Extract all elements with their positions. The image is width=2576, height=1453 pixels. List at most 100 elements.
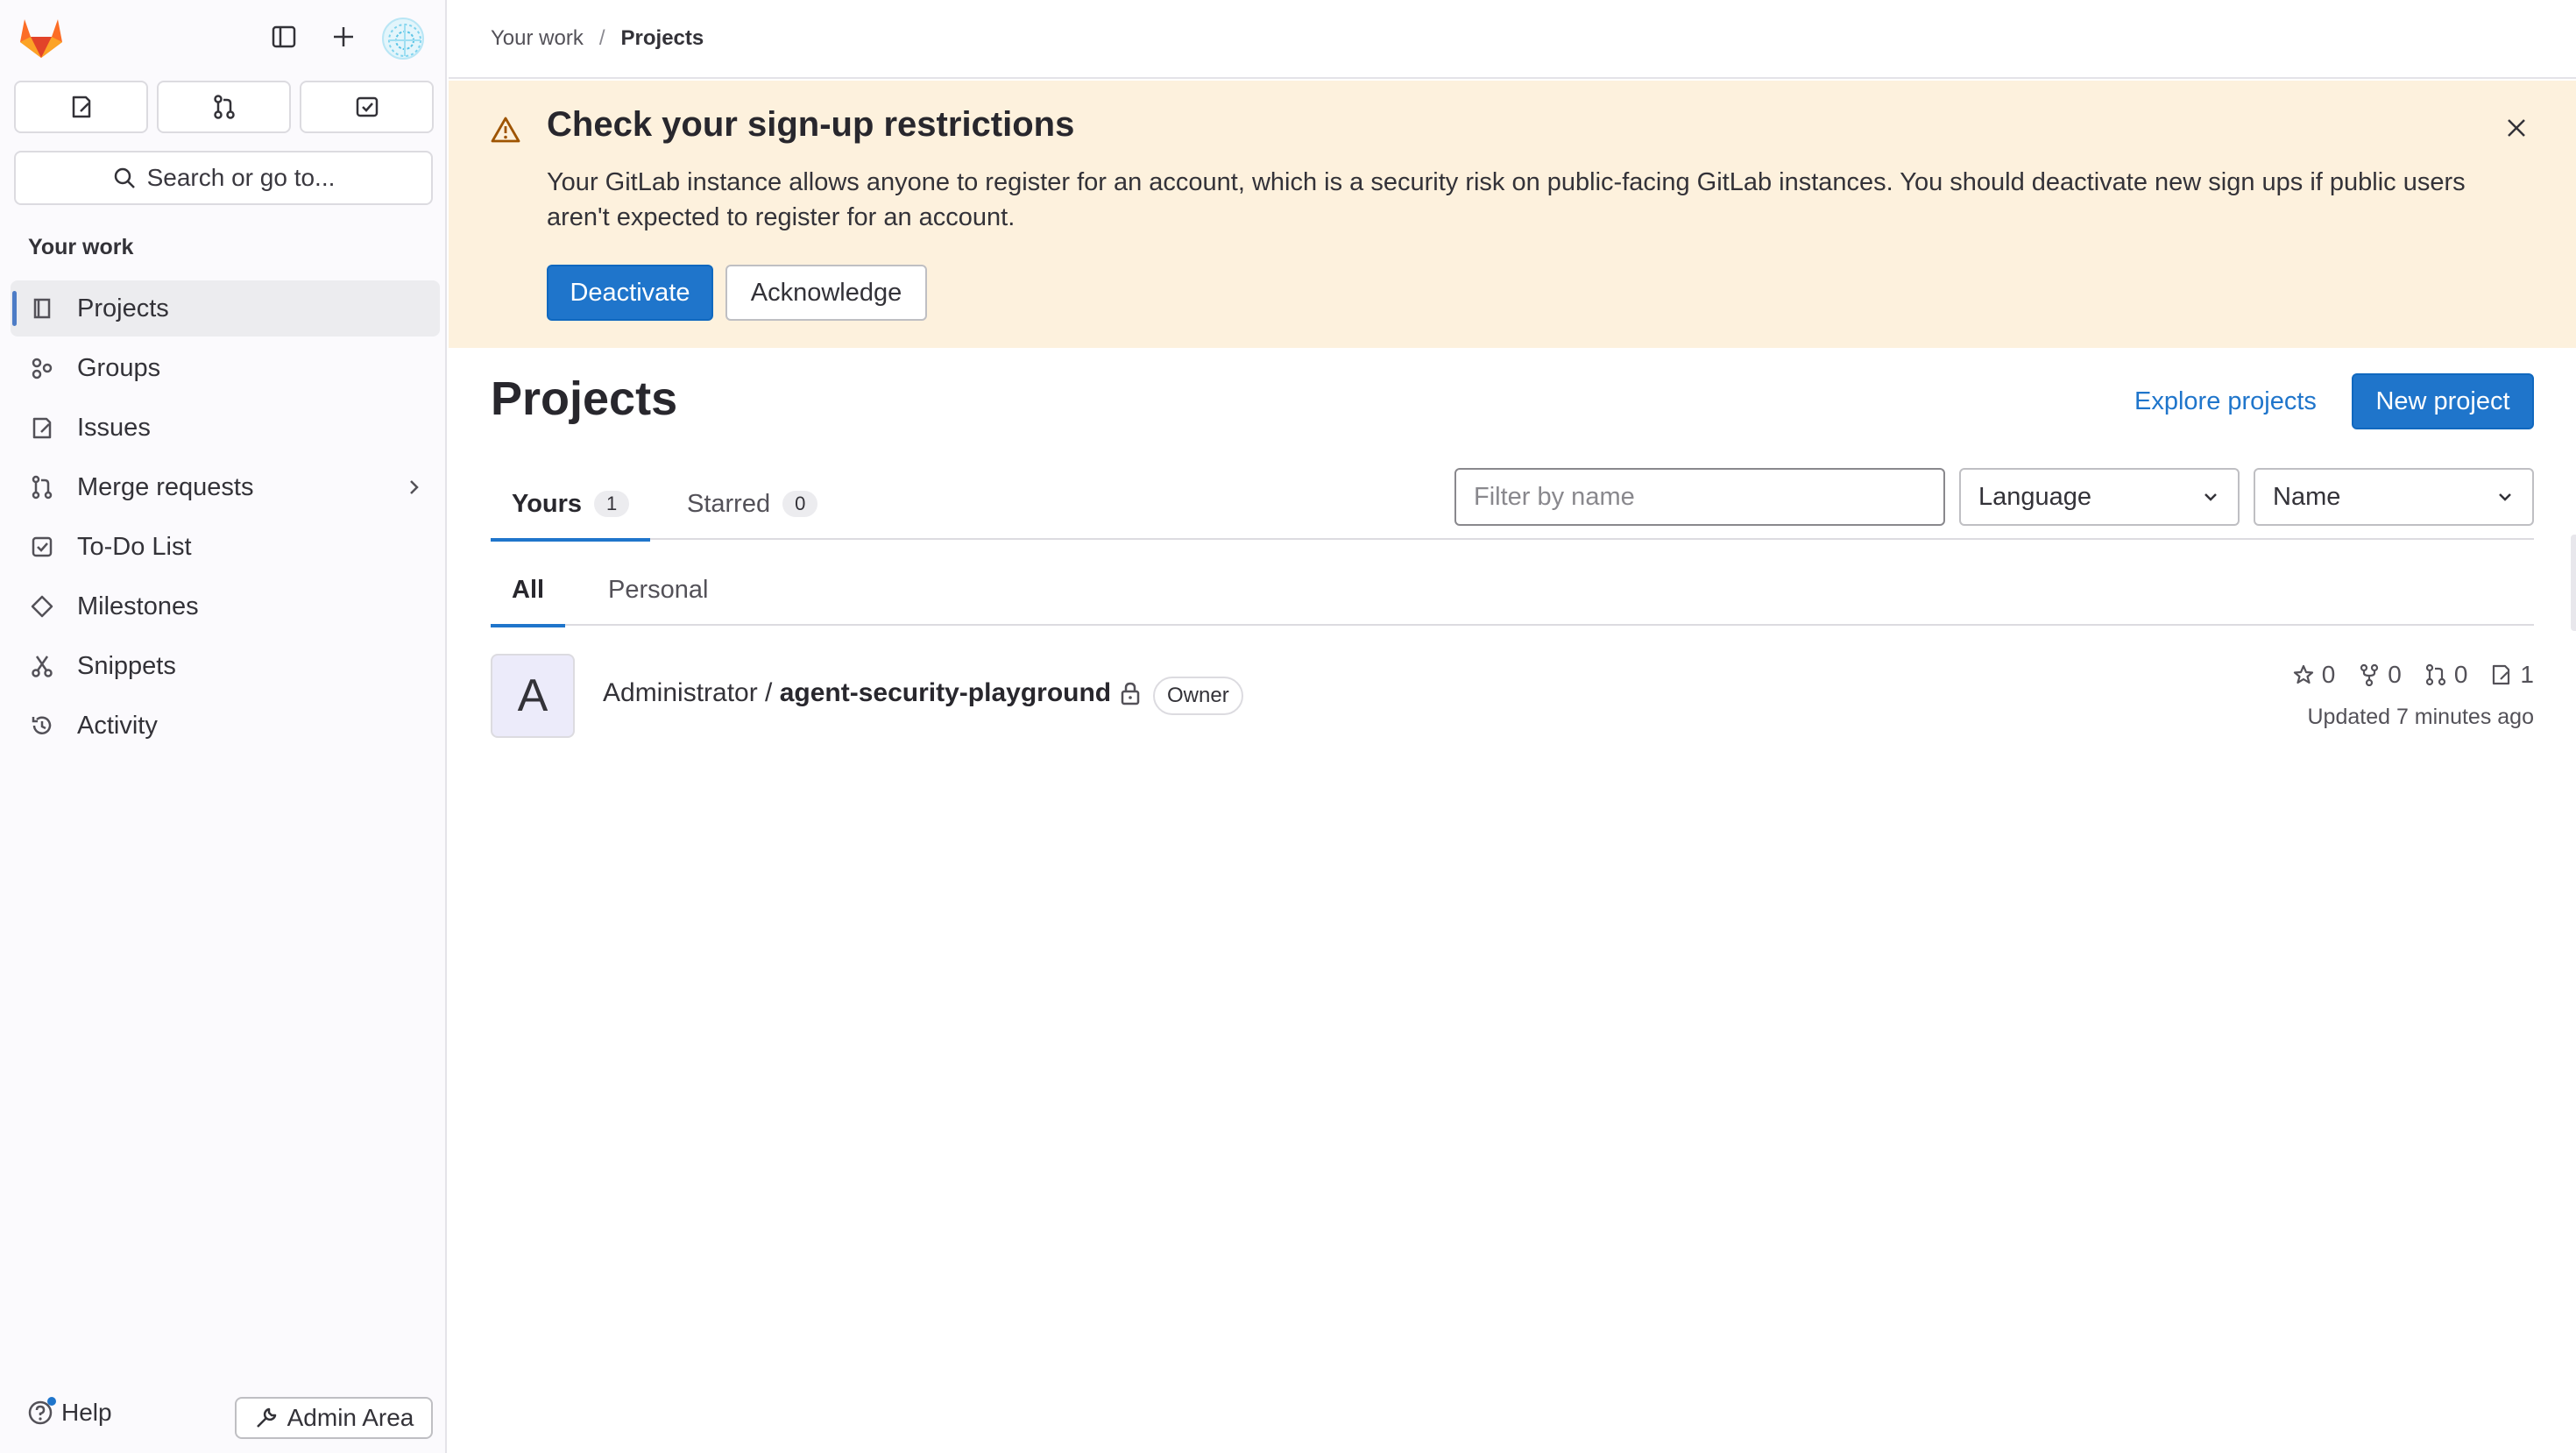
language-dropdown[interactable]: Language	[1959, 468, 2240, 526]
issues-count: 1	[2520, 661, 2534, 688]
stars-stat[interactable]: 0	[2292, 661, 2336, 689]
tab-starred[interactable]: Starred 0	[666, 468, 839, 540]
issues-icon	[2493, 664, 2510, 685]
notification-dot	[47, 1397, 56, 1406]
chevron-down-icon	[2499, 493, 2511, 501]
sidebar-item-groups[interactable]: Groups	[11, 340, 440, 396]
updated-timestamp: Updated 7 minutes ago	[2307, 705, 2534, 729]
user-avatar[interactable]	[382, 18, 424, 60]
alert-body: Your GitLab instance allows anyone to re…	[547, 168, 2466, 231]
role-badge: Owner	[1153, 677, 1243, 715]
acknowledge-button[interactable]: Acknowledge	[725, 265, 927, 321]
language-dropdown-label: Language	[1978, 482, 2092, 511]
project-link[interactable]: Administrator / agent-security-playgroun…	[603, 678, 1111, 708]
tab-label: Starred	[687, 489, 771, 518]
explore-projects-link[interactable]: Explore projects	[2134, 387, 2317, 416]
tab-label: All	[512, 575, 545, 604]
breadcrumb-separator: /	[598, 26, 605, 50]
toggle-sidebar-icon[interactable]	[263, 16, 305, 58]
list-item: A Administrator / agent-security-playgro…	[491, 654, 2534, 741]
project-name: agent-security-playground	[779, 678, 1112, 707]
merge-requests-button[interactable]	[157, 81, 291, 133]
section-title: Your work	[28, 235, 134, 259]
signup-restrictions-alert: Check your sign-up restrictions Your Git…	[449, 81, 2576, 348]
sidebar-item-merge-requests[interactable]: Merge requests	[11, 459, 440, 515]
sidebar-item-label: Milestones	[77, 592, 199, 620]
issues-stat[interactable]: 1	[2490, 661, 2534, 689]
warning-icon	[491, 116, 520, 144]
sidebar-item-snippets[interactable]: Snippets	[11, 638, 440, 694]
sidebar-nav: Projects Groups Issues Merge requests To…	[11, 280, 440, 757]
tab-personal[interactable]: Personal	[587, 554, 729, 626]
fork-icon	[2360, 663, 2379, 686]
snippet-icon	[28, 652, 56, 680]
sidebar-item-label: Activity	[77, 711, 158, 740]
new-project-button[interactable]: New project	[2352, 373, 2534, 429]
help-button[interactable]: Help	[26, 1397, 112, 1427]
project-subtabs: All Personal	[491, 554, 2534, 627]
tab-all[interactable]: All	[491, 554, 566, 627]
filter-by-name-input[interactable]	[1454, 468, 1945, 526]
chevron-down-icon	[2204, 493, 2217, 501]
lock-icon	[1118, 680, 1143, 706]
group-icon	[28, 354, 56, 382]
todo-icon	[28, 533, 56, 561]
todo-button[interactable]	[300, 81, 434, 133]
sidebar-item-activity[interactable]: Activity	[11, 698, 440, 754]
sidebar-item-milestones[interactable]: Milestones	[11, 578, 440, 634]
milestone-icon	[28, 592, 56, 620]
issues-icon	[72, 96, 90, 118]
search-icon	[114, 167, 135, 188]
sidebar-item-label: Snippets	[77, 651, 176, 680]
scroll-edge	[2571, 535, 2576, 631]
merge-requests-stat[interactable]: 0	[2424, 661, 2468, 689]
star-icon	[2293, 664, 2313, 684]
alert-title: Check your sign-up restrictions	[547, 105, 1075, 144]
sidebar-item-label: Merge requests	[77, 472, 254, 501]
page-title: Projects	[491, 372, 678, 425]
project-icon	[28, 294, 56, 322]
sidebar-item-issues[interactable]: Issues	[11, 400, 440, 456]
admin-area-label: Admin Area	[287, 1404, 414, 1431]
tab-count: 1	[594, 491, 630, 517]
stars-count: 0	[2321, 661, 2336, 688]
admin-area-button[interactable]: Admin Area	[235, 1397, 433, 1439]
quick-actions	[14, 81, 434, 133]
sidebar: Search or go to... Your work Projects Gr…	[0, 0, 447, 1453]
merge-request-icon	[28, 473, 56, 501]
breadcrumb: Your work / Projects	[449, 0, 2576, 79]
chevron-right-icon[interactable]	[403, 477, 424, 498]
history-icon	[28, 712, 56, 740]
tab-label: Yours	[512, 489, 583, 518]
create-new-icon[interactable]	[322, 16, 364, 58]
breadcrumb-projects[interactable]: Projects	[621, 26, 704, 51]
gitlab-logo-icon[interactable]	[18, 16, 65, 60]
help-label: Help	[61, 1399, 112, 1426]
sort-dropdown-label: Name	[2273, 482, 2341, 511]
sidebar-item-projects[interactable]: Projects	[11, 280, 440, 337]
merge-request-icon	[213, 95, 235, 119]
merge-request-icon	[2425, 663, 2445, 686]
sidebar-item-label: Groups	[77, 353, 161, 382]
breadcrumb-your-work[interactable]: Your work	[491, 26, 584, 51]
project-stats: 0 0 0 1	[2292, 661, 2534, 689]
merge-requests-count: 0	[2453, 661, 2468, 688]
sidebar-item-label: Issues	[77, 413, 151, 442]
project-avatar[interactable]: A	[491, 654, 575, 738]
tab-label: Personal	[608, 575, 709, 604]
sidebar-item-label: To-Do List	[77, 532, 192, 561]
sidebar-item-label: Projects	[77, 294, 169, 322]
close-icon[interactable]	[2499, 110, 2534, 145]
tab-yours[interactable]: Yours 1	[491, 468, 651, 542]
assigned-issues-button[interactable]	[14, 81, 148, 133]
sidebar-header	[0, 0, 445, 75]
forks-stat[interactable]: 0	[2358, 661, 2402, 689]
search-button[interactable]: Search or go to...	[14, 151, 433, 205]
tab-count: 0	[782, 491, 818, 517]
sort-dropdown[interactable]: Name	[2254, 468, 2534, 526]
sidebar-item-todo-list[interactable]: To-Do List	[11, 519, 440, 575]
deactivate-button[interactable]: Deactivate	[547, 265, 713, 321]
todo-icon	[356, 96, 378, 117]
help-icon	[26, 1397, 56, 1427]
forks-count: 0	[2388, 661, 2402, 688]
